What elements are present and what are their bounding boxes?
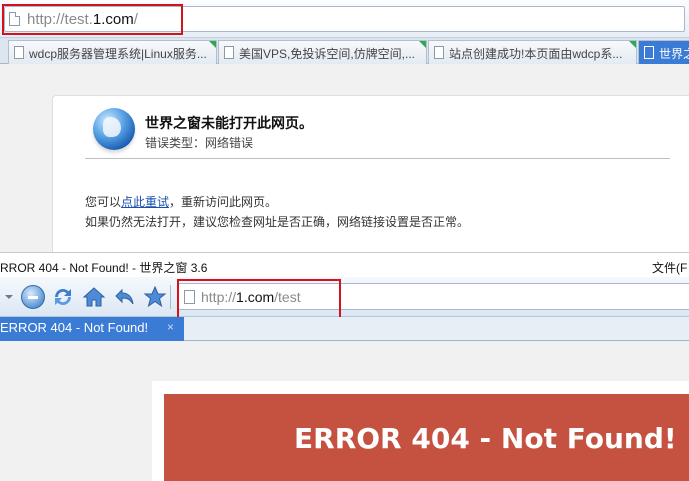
tab-site-created[interactable]: 站点创建成功!本页面由wdcp系... — [428, 40, 637, 64]
close-icon[interactable]: × — [167, 320, 174, 334]
window-title: RROR 404 - Not Found! - 世界之窗 3.6 — [0, 261, 208, 275]
bottom-tab-bar: ERROR 404 - Not Found! × — [0, 317, 689, 341]
globe-icon — [93, 108, 135, 150]
menu-file[interactable]: 文件(F — [652, 259, 687, 276]
tab-us-vps[interactable]: 美国VPS,免投诉空间,仿牌空间,... — [218, 40, 427, 64]
page-icon — [224, 46, 234, 59]
stop-icon[interactable] — [21, 285, 45, 309]
highlight-box-top-url — [2, 4, 183, 35]
dropdown-arrow-icon[interactable] — [5, 295, 13, 299]
refresh-icon[interactable] — [51, 285, 75, 309]
page-icon — [14, 46, 24, 59]
favorite-star-icon[interactable] — [143, 285, 167, 309]
tab-error-404[interactable]: ERROR 404 - Not Found! × — [0, 317, 184, 341]
tab-label: 美国VPS,免投诉空间,仿牌空间,... — [239, 47, 416, 61]
tab-label: 世界之 — [659, 47, 689, 61]
back-icon[interactable] — [113, 285, 137, 309]
tab-label: wdcp服务器管理系统|Linux服务... — [29, 47, 207, 61]
retry-message: 您可以点此重试，重新访问此网页。 — [85, 195, 278, 209]
highlight-box-bottom-url — [177, 279, 341, 319]
retry-link[interactable]: 点此重试 — [121, 195, 169, 209]
tab-flag-icon — [419, 41, 426, 48]
page-icon — [434, 46, 444, 59]
top-tab-bar: wdcp服务器管理系统|Linux服务... 美国VPS,免投诉空间,仿牌空间,… — [0, 38, 689, 64]
tab-flag-icon — [629, 41, 636, 48]
tab-flag-icon — [209, 41, 216, 48]
error-404-banner: ERROR 404 - Not Found! — [164, 394, 689, 481]
page-icon — [644, 46, 654, 59]
navigation-toolbar: http://1.com/test — [0, 277, 689, 317]
divider — [85, 158, 670, 159]
composite-screenshot: http://test.1.com/ wdcp服务器管理系统|Linux服务..… — [0, 0, 689, 481]
tab-label: ERROR 404 - Not Found! — [0, 320, 149, 335]
error-type: 错误类型：网络错误 — [145, 136, 254, 150]
window-title-bar: RROR 404 - Not Found! - 世界之窗 3.6 文件(F — [0, 252, 689, 277]
error-404-heading: ERROR 404 - Not Found! — [294, 422, 677, 455]
tab-world-window-active[interactable]: 世界之 — [638, 40, 689, 64]
toolbar-separator — [170, 285, 171, 309]
top-page-content: 世界之窗未能打开此网页。 错误类型：网络错误 您可以点此重试，重新访问此网页。 … — [0, 64, 689, 265]
check-url-message: 如果仍然无法打开，建议您检查网址是否正确，网络链接设置是否正常。 — [85, 215, 470, 229]
tab-label: 站点创建成功!本页面由wdcp系... — [449, 47, 623, 61]
home-icon[interactable] — [82, 285, 106, 309]
error-card: 世界之窗未能打开此网页。 错误类型：网络错误 您可以点此重试，重新访问此网页。 … — [52, 95, 689, 265]
tab-wdcp-manager[interactable]: wdcp服务器管理系统|Linux服务... — [8, 40, 217, 64]
error-title: 世界之窗未能打开此网页。 — [145, 115, 313, 131]
